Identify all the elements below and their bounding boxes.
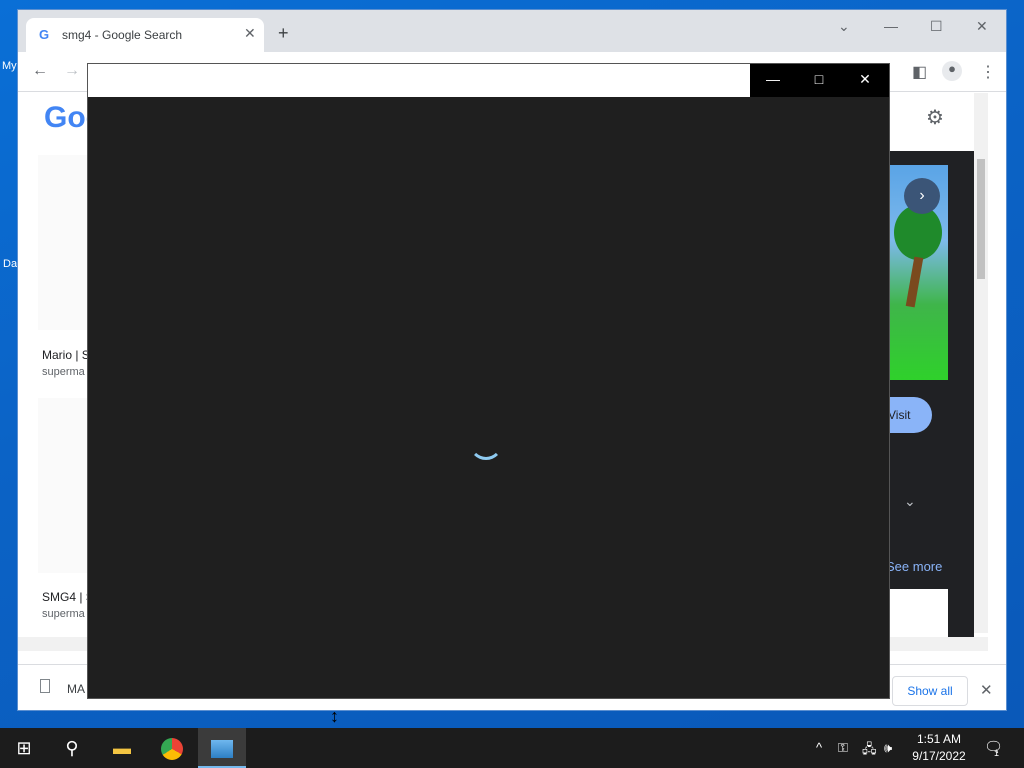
viewer-titlebar[interactable] (88, 64, 750, 97)
clock[interactable]: 1:51 AM 9/17/2022 (908, 731, 970, 765)
chevron-up-icon[interactable]: ^ (816, 740, 822, 755)
photos-icon (211, 740, 233, 759)
clock-time: 1:51 AM (916, 732, 962, 746)
photo-viewer-window[interactable]: — □ ✕ (88, 64, 889, 698)
tab-search-icon[interactable]: ⌄ (838, 18, 850, 35)
browser-tab[interactable]: G smg4 - Google Search ✕ (26, 18, 264, 52)
menu-kebab-icon[interactable]: ⋮ (980, 62, 996, 82)
result-thumbnail[interactable] (38, 398, 90, 573)
close-icon[interactable]: ✕ (980, 681, 993, 699)
chevron-down-icon[interactable]: ⌄ (904, 493, 916, 510)
viewer-maximize-button[interactable]: □ (796, 71, 842, 87)
result-title[interactable]: Mario | S (42, 348, 90, 362)
forward-arrow-icon[interactable]: → (64, 62, 80, 80)
vertical-scrollbar[interactable] (974, 93, 988, 633)
result-url: superma (42, 608, 85, 620)
search-icon[interactable]: ⚲ (48, 728, 96, 768)
file-icon (40, 679, 50, 693)
next-image-button[interactable]: › (904, 178, 940, 214)
resize-cursor-icon: ↕ (330, 706, 339, 726)
chrome-icon (161, 738, 183, 761)
gear-icon[interactable]: ⚙ (926, 105, 944, 130)
volume-icon[interactable]: 🕪 (884, 740, 892, 756)
chrome-taskbar-icon[interactable] (148, 728, 196, 768)
security-icon[interactable]: ⚿ (838, 740, 848, 756)
minimize-button[interactable]: — (884, 18, 898, 34)
tab-strip: G smg4 - Google Search ✕ + ⌄ — ☐ ✕ (18, 10, 1006, 52)
back-arrow-icon[interactable]: ← (32, 62, 48, 80)
desktop-icon-label[interactable]: My (2, 60, 17, 72)
viewer-window-controls: — □ ✕ (750, 64, 889, 97)
loading-spinner-icon (469, 426, 503, 460)
taskbar: ⊞ ⚲ ▬ ^ ⚿ 🖧 🕪 1:51 AM 9/17/2022 🗨 1 (0, 728, 1024, 768)
file-explorer-icon[interactable]: ▬ (98, 728, 146, 768)
google-favicon-icon: G (39, 27, 50, 42)
tree-trunk-graphic (905, 256, 924, 308)
start-button[interactable]: ⊞ (0, 728, 48, 768)
tab-title: smg4 - Google Search (62, 28, 183, 42)
viewer-minimize-button[interactable]: — (750, 71, 796, 87)
notification-count: 1 (994, 748, 1000, 758)
tab-close-icon[interactable]: ✕ (244, 25, 256, 42)
viewer-close-button[interactable]: ✕ (842, 71, 888, 88)
new-tab-button[interactable]: + (278, 24, 289, 42)
maximize-button[interactable]: ☐ (930, 18, 943, 35)
download-file-name[interactable]: MA (67, 682, 85, 696)
network-icon[interactable]: 🖧 (862, 740, 877, 762)
result-url: superma (42, 366, 85, 378)
result-title[interactable]: SMG4 | S (42, 590, 94, 604)
clock-date: 9/17/2022 (912, 749, 966, 763)
show-all-button[interactable]: Show all (892, 676, 968, 706)
see-more-link[interactable]: See more (886, 559, 942, 574)
scrollbar-thumb[interactable] (977, 159, 985, 279)
side-panel-icon[interactable]: ◧ (912, 62, 927, 82)
desktop-icon-label[interactable]: Da (3, 258, 17, 270)
profile-avatar-icon[interactable]: ● (942, 61, 962, 81)
close-button[interactable]: ✕ (976, 18, 988, 35)
result-thumbnail[interactable] (38, 155, 90, 330)
photos-taskbar-icon[interactable] (198, 728, 246, 768)
